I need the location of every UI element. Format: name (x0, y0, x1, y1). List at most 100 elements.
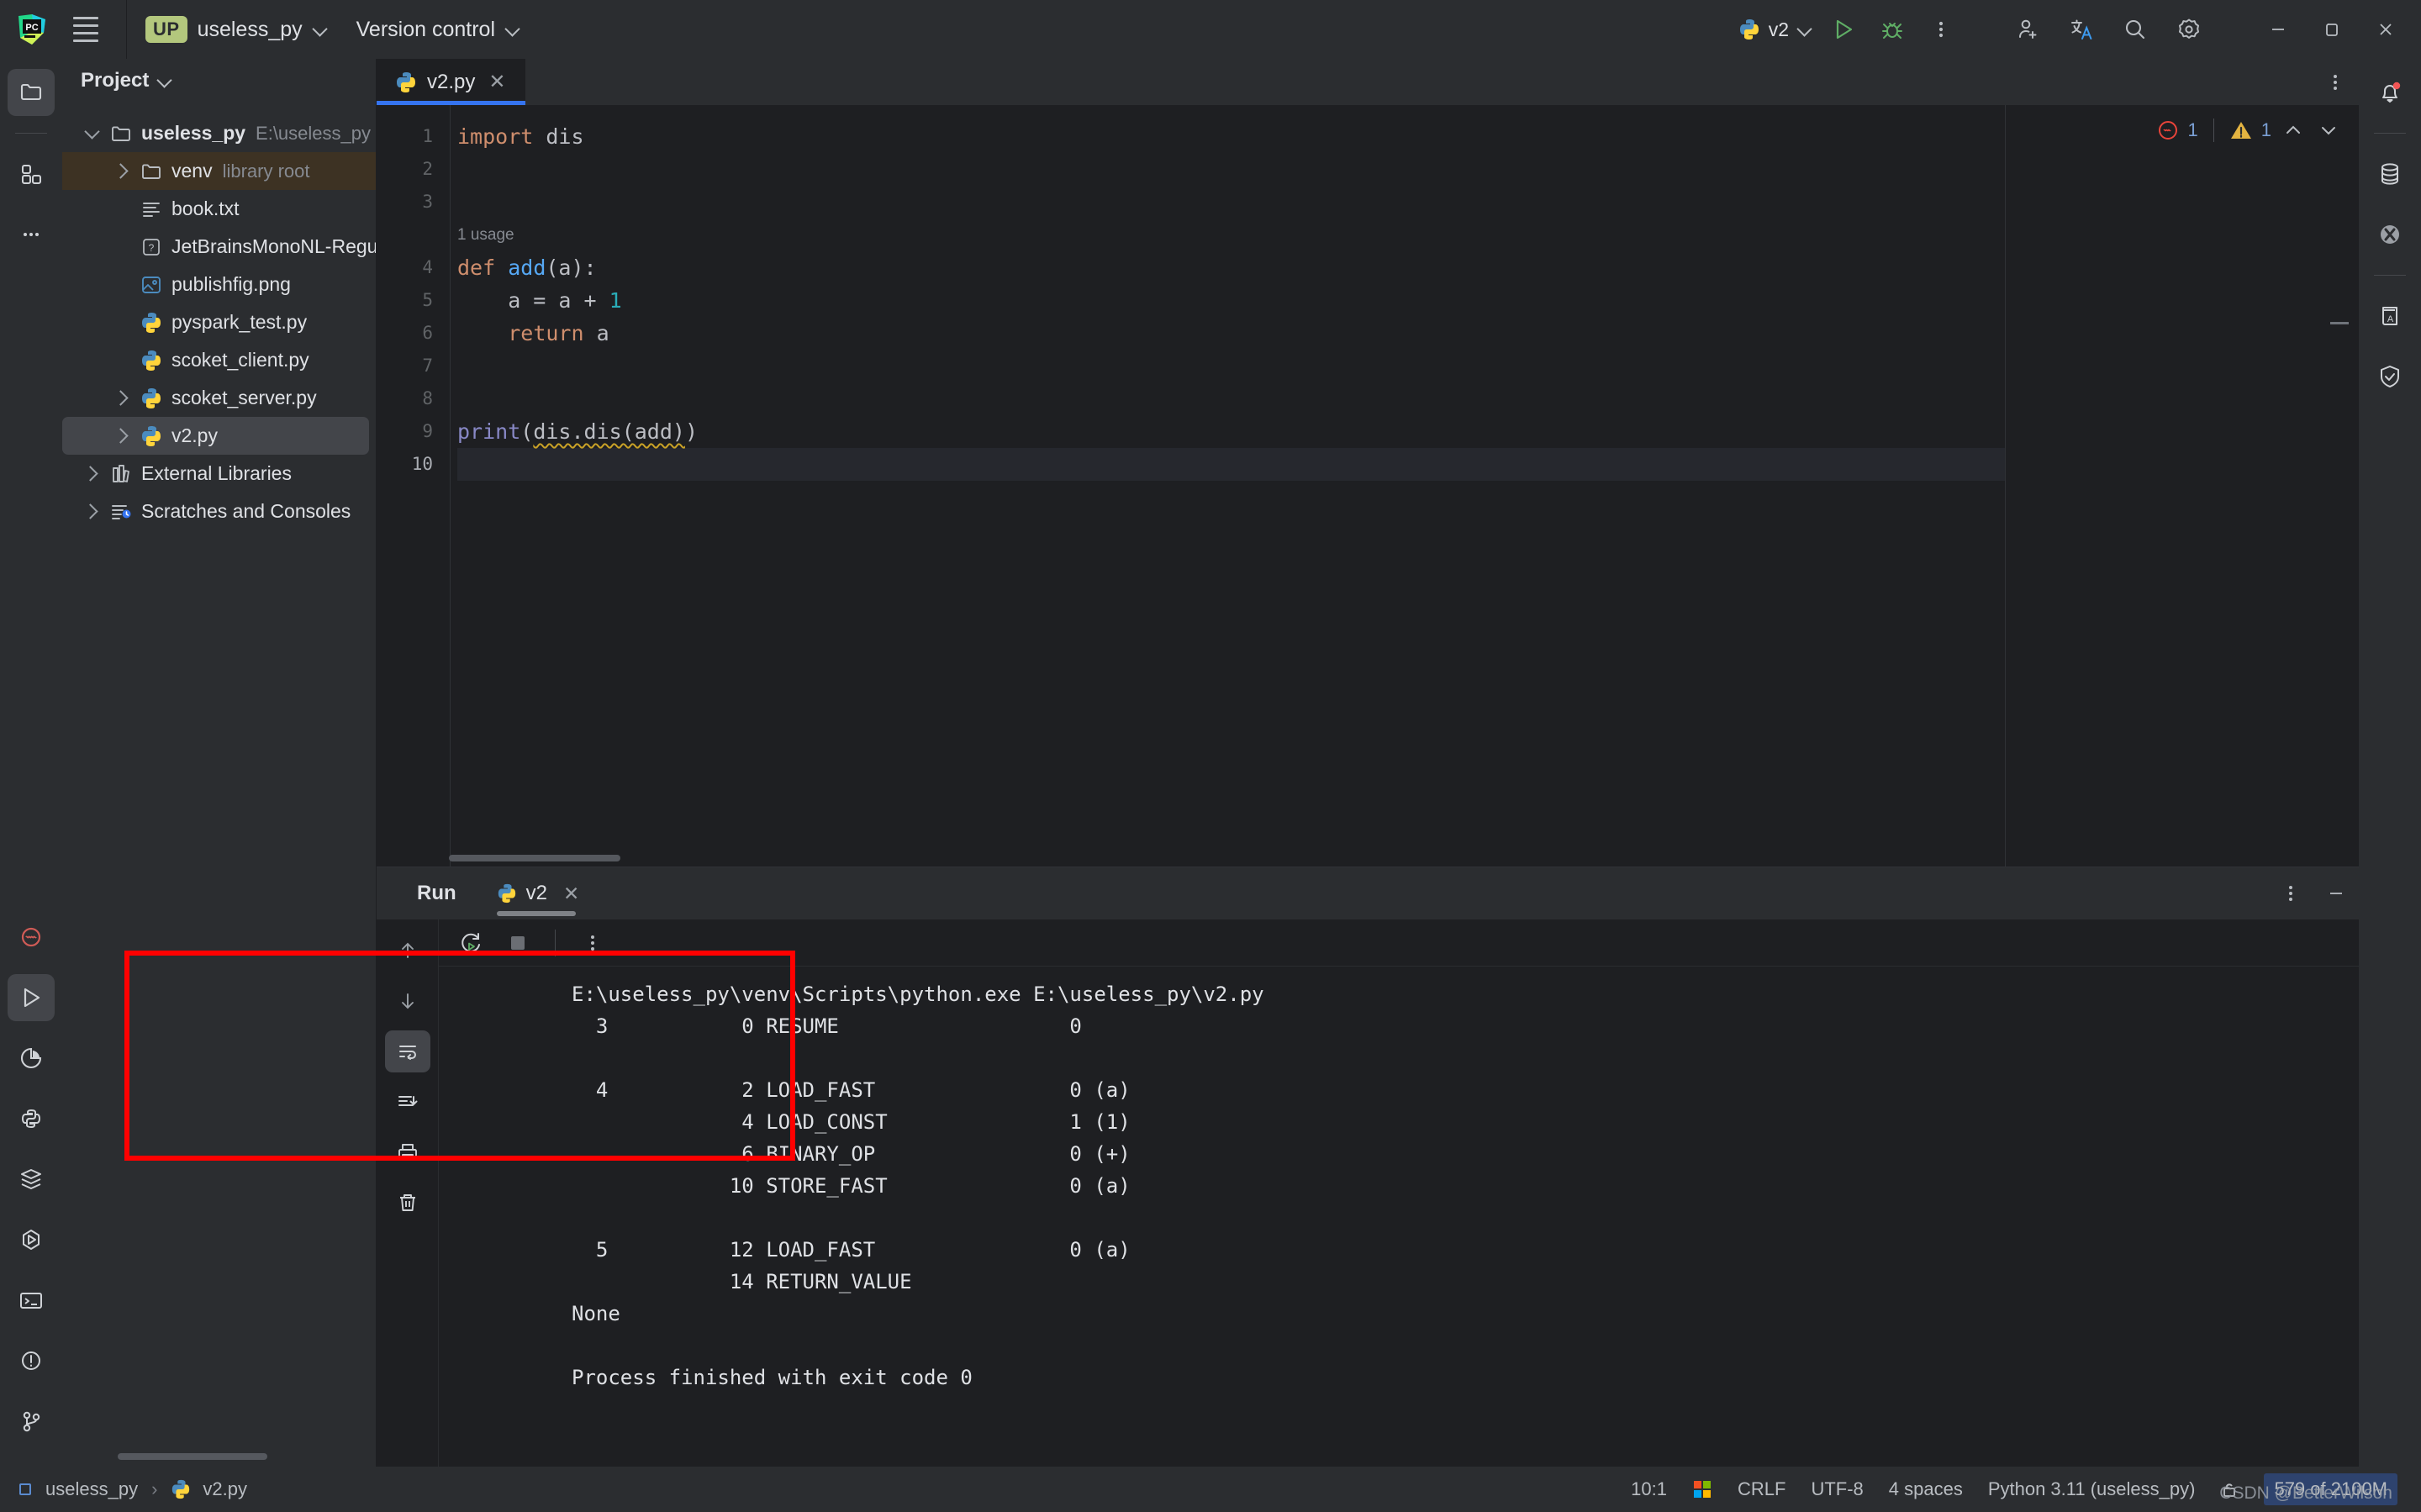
sidebar-item-run[interactable] (8, 974, 55, 1021)
ai-assistant-icon[interactable]: A (2366, 292, 2413, 340)
minimize-tool-window-icon[interactable] (2313, 867, 2359, 919)
chevron-right-icon[interactable] (108, 163, 136, 179)
tree-item-venv[interactable]: venv library root (62, 152, 376, 190)
project-file-tree[interactable]: useless_py E:\useless_py venv library root b… (62, 103, 376, 1467)
editor-horizontal-scrollbar[interactable] (449, 855, 620, 861)
breadcrumb-file[interactable]: v2.py (203, 1478, 247, 1500)
clear-all-icon[interactable] (385, 1182, 430, 1224)
sidebar-item-structure[interactable] (8, 150, 55, 198)
terminal-icon[interactable] (8, 1277, 55, 1324)
inspection-divider (2213, 119, 2214, 142)
editor-code[interactable]: import dis 1 usage def add(a): a = a + 1 … (451, 105, 2005, 867)
project-panel-chevron-down-icon[interactable] (157, 73, 172, 88)
search-everywhere-icon[interactable] (2108, 5, 2162, 54)
indent-setting[interactable]: 4 spaces (1889, 1478, 1963, 1500)
security-shield-icon[interactable] (2366, 353, 2413, 400)
tree-item-publishfig-png[interactable]: publishfig.png (62, 266, 376, 303)
run-console-output[interactable]: E:\useless_py\venv\Scripts\python.exe E:… (439, 967, 2359, 1467)
caret-position[interactable]: 10:1 (1631, 1478, 1667, 1500)
run-options-icon[interactable] (2268, 867, 2313, 919)
status-bar: useless_py › v2.py 10:1 CRLF UTF-8 4 spa… (0, 1467, 2421, 1512)
tree-item-scoket-client-py[interactable]: scoket_client.py (62, 341, 376, 379)
rerun-icon[interactable] (449, 923, 493, 963)
tree-item-scoket-server-py[interactable]: scoket_server.py (62, 379, 376, 417)
endpoints-icon[interactable] (8, 1216, 55, 1263)
minimize-window-button[interactable] (2251, 0, 2305, 59)
tree-item-book-txt[interactable]: book.txt (62, 190, 376, 228)
project-chevron-down-icon[interactable] (313, 22, 328, 37)
sidebar-item-project[interactable] (8, 69, 55, 116)
more-icon[interactable] (571, 923, 614, 963)
version-control-menu[interactable]: Version control (356, 18, 495, 42)
chevron-right-icon[interactable] (77, 503, 106, 519)
project-tool-window: Project useless_py E:\useless_py venv libra… (62, 59, 377, 1467)
big-data-tools-icon[interactable] (2366, 211, 2413, 258)
tree-item-useless-py[interactable]: useless_py E:\useless_py (62, 114, 376, 152)
memory-indicator[interactable]: 579 of 2100M (2264, 1473, 2397, 1505)
tree-item-pyspark-test-py[interactable]: pyspark_test.py (62, 303, 376, 341)
tree-item-external-libraries[interactable]: External Libraries (62, 455, 376, 493)
unlocked-icon[interactable] (2220, 1480, 2239, 1499)
inspection-warning-icon[interactable] (2229, 119, 2253, 142)
hamburger-menu-icon[interactable] (67, 13, 104, 46)
line-separator[interactable]: CRLF (1738, 1478, 1785, 1500)
console-line: 10 STORE_FAST 0 (a) (572, 1174, 1131, 1198)
file-encoding[interactable]: UTF-8 (1811, 1478, 1863, 1500)
scroll-to-end-icon[interactable] (385, 1081, 430, 1123)
soft-wrap-icon[interactable] (384, 1030, 430, 1072)
version-control-icon[interactable] (8, 1398, 55, 1445)
next-problem-icon[interactable] (2315, 117, 2342, 144)
tab-v2py[interactable]: v2.py ✕ (377, 59, 526, 105)
problems-icon[interactable] (8, 914, 55, 961)
prev-problem-icon[interactable] (2280, 117, 2307, 144)
run-tab-close-icon[interactable]: ✕ (563, 882, 579, 905)
close-window-button[interactable] (2359, 0, 2413, 59)
scroll-up-icon[interactable] (385, 930, 430, 972)
console-line: 4 LOAD_CONST 1 (1) (572, 1110, 1131, 1134)
unknown-file-icon: ? (136, 236, 166, 258)
project-panel-horizontal-scrollbar[interactable] (118, 1453, 267, 1460)
vcs-chevron-down-icon[interactable] (505, 22, 520, 37)
run-tab-v2[interactable]: v2 ✕ (496, 867, 585, 919)
maximize-window-button[interactable] (2305, 0, 2359, 59)
main-body: Project useless_py E:\useless_py venv libra… (0, 59, 2421, 1467)
run-config-chevron-down-icon[interactable] (1797, 22, 1812, 37)
notifications-icon[interactable] (2366, 69, 2413, 116)
profiler-icon[interactable] (8, 1035, 55, 1082)
chevron-right-icon[interactable] (108, 390, 136, 406)
editor-minimap[interactable] (2006, 105, 2359, 867)
settings-gear-icon[interactable] (2162, 5, 2216, 54)
tree-item-scratches-and-consoles[interactable]: Scratches and Consoles (62, 493, 376, 530)
editor-options-icon[interactable] (2312, 59, 2359, 105)
more-actions-icon[interactable] (1917, 5, 1965, 54)
project-breadcrumb-icon (17, 1481, 34, 1498)
breadcrumb-project[interactable]: useless_py (45, 1478, 138, 1500)
run-configuration-selector[interactable]: v2 (1732, 18, 1819, 41)
tree-item-jetbrainsmononl-regula[interactable]: ? JetBrainsMonoNL-Regula (62, 228, 376, 266)
tree-item-v2-py[interactable]: v2.py (62, 417, 369, 455)
python-packages-icon[interactable] (8, 1095, 55, 1142)
stop-icon[interactable] (496, 923, 540, 963)
problems-alert-icon[interactable] (8, 1337, 55, 1384)
tab-close-icon[interactable]: ✕ (488, 70, 505, 94)
translate-icon[interactable] (2054, 5, 2108, 54)
services-icon[interactable] (8, 1156, 55, 1203)
pycharm-window: PC UP useless_py Version control v2 Proj… (0, 0, 2421, 1512)
python-file-icon (395, 71, 417, 93)
debug-button[interactable] (1868, 5, 1917, 54)
chevron-right-icon[interactable] (108, 428, 136, 444)
tree-item-label: scoket_client.py (171, 349, 309, 371)
line-number: 5 (422, 290, 433, 310)
scroll-down-icon[interactable] (385, 980, 430, 1022)
database-icon[interactable] (2366, 150, 2413, 198)
chevron-down-icon[interactable] (77, 123, 106, 141)
chevron-right-icon[interactable] (77, 466, 106, 482)
print-icon[interactable] (385, 1131, 430, 1173)
inspection-error-icon[interactable] (2156, 119, 2180, 142)
run-button[interactable] (1819, 5, 1868, 54)
python-interpreter[interactable]: Python 3.11 (useless_py) (1988, 1478, 2196, 1500)
add-collaborator-icon[interactable] (2001, 5, 2054, 54)
sidebar-item-more-tool-windows[interactable] (8, 211, 55, 258)
tree-item-label: pyspark_test.py (171, 311, 308, 333)
project-name[interactable]: useless_py (198, 18, 303, 42)
